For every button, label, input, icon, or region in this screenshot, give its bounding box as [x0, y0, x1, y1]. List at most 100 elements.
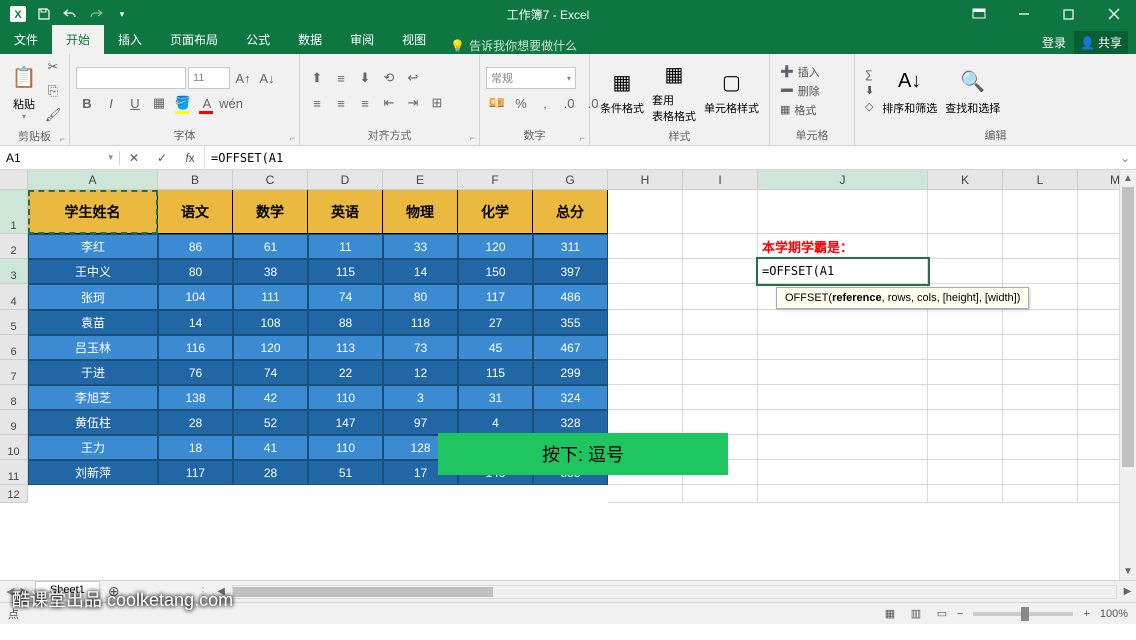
cell[interactable]: 刘新萍 [28, 460, 158, 485]
row-header[interactable]: 11 [0, 460, 28, 485]
chevron-down-icon[interactable]: ▾ [108, 152, 113, 163]
cell[interactable]: 化学 [458, 190, 533, 234]
cell[interactable] [1003, 460, 1078, 485]
format-painter-icon[interactable]: 🖌 [42, 104, 64, 126]
fill-color-button[interactable]: 🪣 [172, 92, 194, 114]
cell[interactable]: 311 [533, 234, 608, 259]
tab-home[interactable]: 开始 [52, 25, 104, 54]
cell[interactable]: 李旭芝 [28, 385, 158, 410]
launcher-icon[interactable]: ⌐ [470, 133, 475, 143]
align-bottom-icon[interactable]: ⬇ [354, 67, 376, 89]
cell[interactable] [683, 385, 758, 410]
cell-styles-button[interactable]: ▢单元格样式 [700, 64, 763, 118]
cell[interactable]: 88 [308, 310, 383, 335]
cell[interactable]: 74 [233, 360, 308, 385]
align-top-icon[interactable]: ⬆ [306, 67, 328, 89]
cut-icon[interactable]: ✂ [42, 56, 64, 78]
scroll-down-icon[interactable]: ▼ [1120, 563, 1136, 580]
cell[interactable]: 138 [158, 385, 233, 410]
cell[interactable]: 于进 [28, 360, 158, 385]
cell[interactable]: 86 [158, 234, 233, 259]
increase-decimal-icon[interactable]: .0 [558, 92, 580, 114]
col-header[interactable]: G [533, 170, 608, 190]
cell[interactable]: 116 [158, 335, 233, 360]
cell[interactable]: 袁苗 [28, 310, 158, 335]
cell[interactable]: 76 [158, 360, 233, 385]
col-header[interactable]: I [683, 170, 758, 190]
bold-button[interactable]: B [76, 92, 98, 114]
zoom-out-icon[interactable]: − [957, 608, 963, 620]
cell[interactable]: 物理 [383, 190, 458, 234]
cell[interactable]: 328 [533, 410, 608, 435]
merge-button[interactable]: ⊞ [426, 92, 448, 114]
col-header[interactable]: C [233, 170, 308, 190]
cell[interactable]: 115 [308, 259, 383, 284]
comma-icon[interactable]: , [534, 92, 556, 114]
cell[interactable] [1003, 435, 1078, 460]
cell[interactable] [608, 485, 683, 503]
cell[interactable] [1003, 335, 1078, 360]
cell[interactable]: 33 [383, 234, 458, 259]
formula-input[interactable]: =OFFSET(A1 [205, 151, 1114, 165]
cell[interactable] [928, 485, 1003, 503]
cell[interactable]: 97 [383, 410, 458, 435]
scrollbar-thumb[interactable] [233, 587, 493, 597]
cell[interactable] [608, 259, 683, 284]
cell[interactable]: 61 [233, 234, 308, 259]
cell[interactable] [608, 284, 683, 310]
cell[interactable] [928, 259, 1003, 284]
row-header[interactable]: 5 [0, 310, 28, 335]
cell[interactable]: 355 [533, 310, 608, 335]
tab-insert[interactable]: 插入 [104, 25, 156, 54]
phonetic-button[interactable]: wén [220, 92, 242, 114]
cell[interactable]: 73 [383, 335, 458, 360]
underline-button[interactable]: U [124, 92, 146, 114]
cancel-formula-icon[interactable]: ✕ [120, 146, 148, 170]
font-name-combo[interactable] [76, 67, 186, 89]
indent-increase-icon[interactable]: ⇥ [402, 92, 424, 114]
cell[interactable]: 王中义 [28, 259, 158, 284]
qat-dropdown-icon[interactable]: ▾ [110, 2, 134, 26]
cell[interactable]: 150 [458, 259, 533, 284]
cell[interactable]: 104 [158, 284, 233, 310]
redo-icon[interactable] [84, 2, 108, 26]
cell[interactable]: 王力 [28, 435, 158, 460]
wrap-text-button[interactable]: ↩ [402, 67, 424, 89]
align-left-icon[interactable]: ≡ [306, 92, 328, 114]
select-all-corner[interactable] [0, 170, 28, 190]
cell[interactable] [758, 385, 928, 410]
fx-icon[interactable]: fx [176, 146, 204, 170]
cell[interactable]: 张珂 [28, 284, 158, 310]
cell[interactable]: 14 [158, 310, 233, 335]
conditional-format-button[interactable]: ▦条件格式 [596, 64, 648, 118]
cell[interactable] [758, 485, 928, 503]
share-button[interactable]: 👤 共享 [1074, 31, 1128, 54]
delete-cells-button[interactable]: ➖删除 [780, 82, 820, 100]
cell[interactable] [1003, 190, 1078, 234]
font-size-combo[interactable]: 11 [188, 67, 230, 89]
paste-button[interactable]: 📋 粘贴 ▾ [6, 60, 42, 123]
cell[interactable]: 45 [458, 335, 533, 360]
expand-formula-bar-icon[interactable]: ⌄ [1114, 151, 1136, 165]
find-select-button[interactable]: 🔍查找和选择 [941, 64, 1004, 118]
row-header[interactable]: 7 [0, 360, 28, 385]
cell[interactable]: 学生姓名 [28, 190, 158, 234]
cell[interactable]: 115 [458, 360, 533, 385]
cell[interactable] [1003, 259, 1078, 284]
accept-formula-icon[interactable]: ✓ [148, 146, 176, 170]
col-header[interactable]: D [308, 170, 383, 190]
cell[interactable]: 总分 [533, 190, 608, 234]
cell[interactable] [608, 385, 683, 410]
cell[interactable]: 397 [533, 259, 608, 284]
cell[interactable]: 118 [383, 310, 458, 335]
cell[interactable] [1003, 385, 1078, 410]
launcher-icon[interactable]: ⌐ [60, 134, 65, 144]
tab-layout[interactable]: 页面布局 [156, 25, 232, 54]
tab-review[interactable]: 审阅 [336, 25, 388, 54]
cell[interactable] [928, 360, 1003, 385]
cell[interactable]: 42 [233, 385, 308, 410]
cell[interactable] [683, 360, 758, 385]
align-center-icon[interactable]: ≡ [330, 92, 352, 114]
row-header[interactable]: 8 [0, 385, 28, 410]
row-header[interactable]: 12 [0, 485, 28, 503]
